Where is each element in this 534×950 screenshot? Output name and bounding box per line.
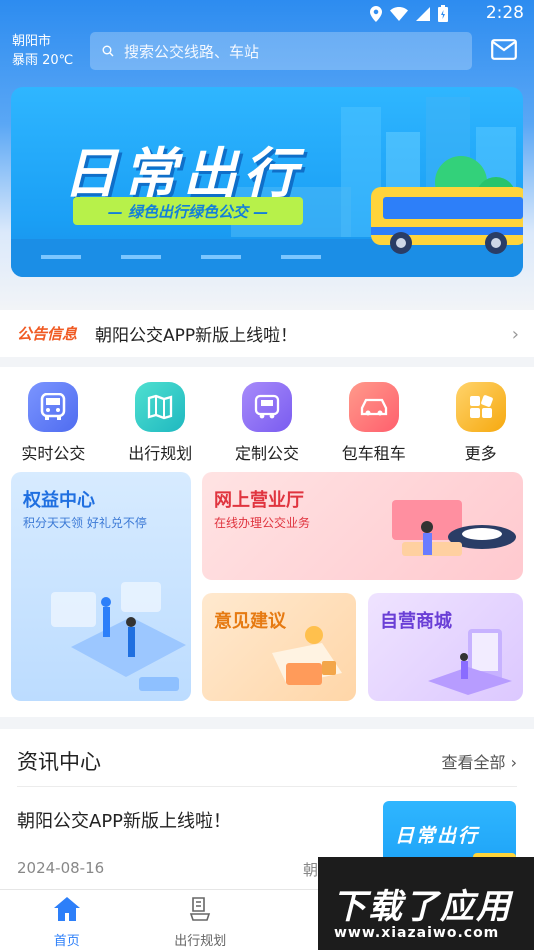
search-placeholder: 搜索公交线路、车站 — [124, 42, 260, 61]
search-icon — [102, 42, 114, 61]
quick-menu-realtime-bus[interactable]: 实时公交 — [0, 382, 107, 464]
card-feedback[interactable]: 意见建议 — [202, 593, 356, 701]
quick-menu-label: 更多 — [464, 444, 497, 463]
wifi-icon — [390, 6, 408, 25]
watermark-title: 下载了应用 — [332, 887, 512, 927]
view-all-label: 查看全部 — [441, 753, 506, 772]
notice-message: 朝阳公交APP新版上线啦！ — [95, 326, 298, 346]
benefits-illustration — [51, 582, 186, 691]
weather-label: 暴雨 20℃ — [12, 53, 74, 68]
home-icon — [53, 896, 81, 926]
tab-label: 出行规划 — [174, 934, 227, 949]
bus-icon — [28, 382, 79, 432]
service-panel: 实时公交 出行规划 定制公交 包车租车 更多 权益中心 积分天天领 好礼兑不停 … — [0, 367, 534, 717]
notice-tag: 公告信息 — [17, 325, 78, 343]
mall-illustration — [428, 629, 512, 695]
city-label: 朝阳市 — [12, 34, 52, 49]
banner-subtitle: — 绿色出行绿色公交 — — [73, 197, 303, 225]
battery-icon — [438, 5, 448, 26]
quick-menu-more[interactable]: 更多 — [427, 382, 534, 464]
route-icon — [187, 896, 213, 926]
message-button[interactable] — [491, 39, 517, 64]
signal-icon — [416, 6, 430, 25]
news-item-date: 2024-08-16 — [17, 859, 105, 877]
news-heading: 资讯中心 — [17, 750, 101, 774]
card-mall[interactable]: 自营商城 — [368, 593, 523, 701]
tab-home[interactable]: 首页 — [0, 890, 134, 950]
quick-menu: 实时公交 出行规划 定制公交 包车租车 更多 — [0, 382, 534, 464]
location-weather[interactable]: 朝阳市 暴雨 20℃ — [12, 32, 73, 70]
more-grid-icon — [455, 382, 506, 432]
divider — [17, 786, 517, 787]
tab-trip-planning[interactable]: 出行规划 — [134, 890, 268, 950]
mail-icon — [491, 39, 517, 64]
feedback-illustration — [272, 626, 342, 685]
quick-menu-label: 出行规划 — [128, 444, 193, 463]
chevron-right-icon: › — [511, 324, 519, 345]
card-online-hall[interactable]: 网上营业厅 在线办理公交业务 — [202, 472, 523, 580]
location-icon — [370, 5, 382, 26]
quick-menu-label: 包车租车 — [341, 444, 406, 463]
quick-menu-charter-rental[interactable]: 包车租车 — [320, 382, 427, 464]
search-input[interactable]: 搜索公交线路、车站 — [90, 32, 472, 70]
car-icon — [348, 382, 399, 432]
map-icon — [135, 382, 186, 432]
quick-menu-trip-planning[interactable]: 出行规划 — [107, 382, 214, 464]
quick-menu-custom-bus[interactable]: 定制公交 — [214, 382, 321, 464]
card-benefits-center[interactable]: 权益中心 积分天天领 好礼兑不停 — [11, 472, 191, 701]
site-watermark: 下载了应用 www.xiazaiwo.com — [318, 857, 534, 950]
watermark-url: www.xiazaiwo.com — [334, 925, 500, 941]
quick-menu-label: 实时公交 — [21, 444, 86, 463]
notice-bar[interactable]: 公告信息 朝阳公交APP新版上线啦！ › — [0, 310, 534, 357]
quick-menu-label: 定制公交 — [234, 444, 299, 463]
custom-bus-icon — [241, 382, 292, 432]
promo-banner[interactable]: 日常出行 — 绿色出行绿色公交 — — [11, 87, 523, 277]
view-all-link[interactable]: 查看全部 › — [441, 749, 517, 773]
status-icons — [370, 5, 448, 26]
online-hall-illustration — [392, 500, 516, 556]
status-bar: 2:28 — [0, 0, 534, 28]
status-time: 2:28 — [485, 3, 524, 23]
tab-label: 首页 — [53, 934, 80, 949]
chevron-right-icon: › — [510, 753, 517, 772]
news-item-title[interactable]: 朝阳公交APP新版上线啦！ — [17, 807, 231, 833]
